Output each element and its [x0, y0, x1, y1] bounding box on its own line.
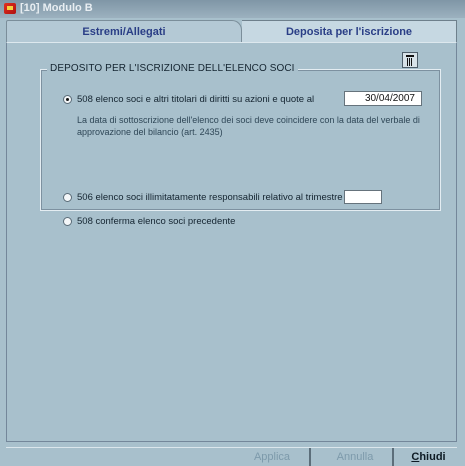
deposito-group: DEPOSITO PER L'ISCRIZIONE DELL'ELENCO SO…: [40, 63, 441, 227]
radio-508-elenco[interactable]: [63, 95, 72, 104]
group-legend: DEPOSITO PER L'ISCRIZIONE DELL'ELENCO SO…: [47, 63, 298, 74]
title-bar: [10] Modulo B: [0, 0, 465, 18]
radio-508-conferma[interactable]: [63, 217, 72, 226]
option-506-elenco-label: 506 elenco soci illimitatamente responsa…: [77, 192, 343, 203]
tab-estremi-allegati[interactable]: Estremi/Allegati: [6, 20, 242, 42]
tab-deposita-iscrizione[interactable]: Deposita per l'iscrizione: [242, 20, 457, 42]
option-508-conferma-label: 508 conferma elenco soci precedente: [77, 216, 236, 227]
trash-icon[interactable]: [402, 52, 418, 68]
tab-bar: Estremi/Allegati Deposita per l'iscrizio…: [0, 20, 465, 42]
radio-506-elenco[interactable]: [63, 193, 72, 202]
window-title: [10] Modulo B: [20, 2, 93, 14]
button-bar: Applica Annulla Chiudi: [6, 447, 457, 466]
date-note: La data di sottoscrizione dell'elenco de…: [77, 115, 420, 137]
option-508-elenco-label: 508 elenco soci e altri titolari di diri…: [77, 94, 315, 105]
trimestre-field[interactable]: [344, 190, 382, 204]
app-icon: [4, 3, 16, 14]
annulla-button[interactable]: Annulla: [318, 448, 394, 466]
date-field[interactable]: [344, 91, 422, 106]
chiudi-button[interactable]: Chiudi: [400, 448, 457, 466]
applica-button[interactable]: Applica: [235, 448, 311, 466]
chiudi-label: hiudi: [419, 451, 446, 463]
tab-panel: DEPOSITO PER L'ISCRIZIONE DELL'ELENCO SO…: [6, 42, 457, 442]
